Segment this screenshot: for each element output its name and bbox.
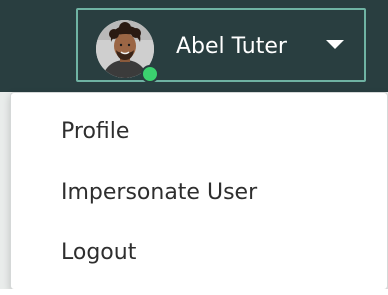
menu-item-profile[interactable]: Profile	[61, 114, 129, 150]
user-name-label: Abel Tuter	[176, 34, 287, 59]
avatar	[96, 20, 159, 83]
top-header-bar: Abel Tuter	[0, 0, 388, 92]
menu-item-logout[interactable]: Logout	[61, 235, 136, 271]
page-bottom-edge	[0, 289, 388, 295]
app-viewport: Abel Tuter Profile Impersonate User Logo…	[0, 0, 388, 295]
presence-status-dot	[141, 65, 159, 83]
chevron-down-icon	[326, 40, 344, 49]
user-dropdown-menu: Profile Impersonate User Logout	[10, 92, 388, 290]
user-menu-button[interactable]: Abel Tuter	[76, 8, 366, 83]
menu-item-impersonate-user[interactable]: Impersonate User	[61, 175, 257, 211]
